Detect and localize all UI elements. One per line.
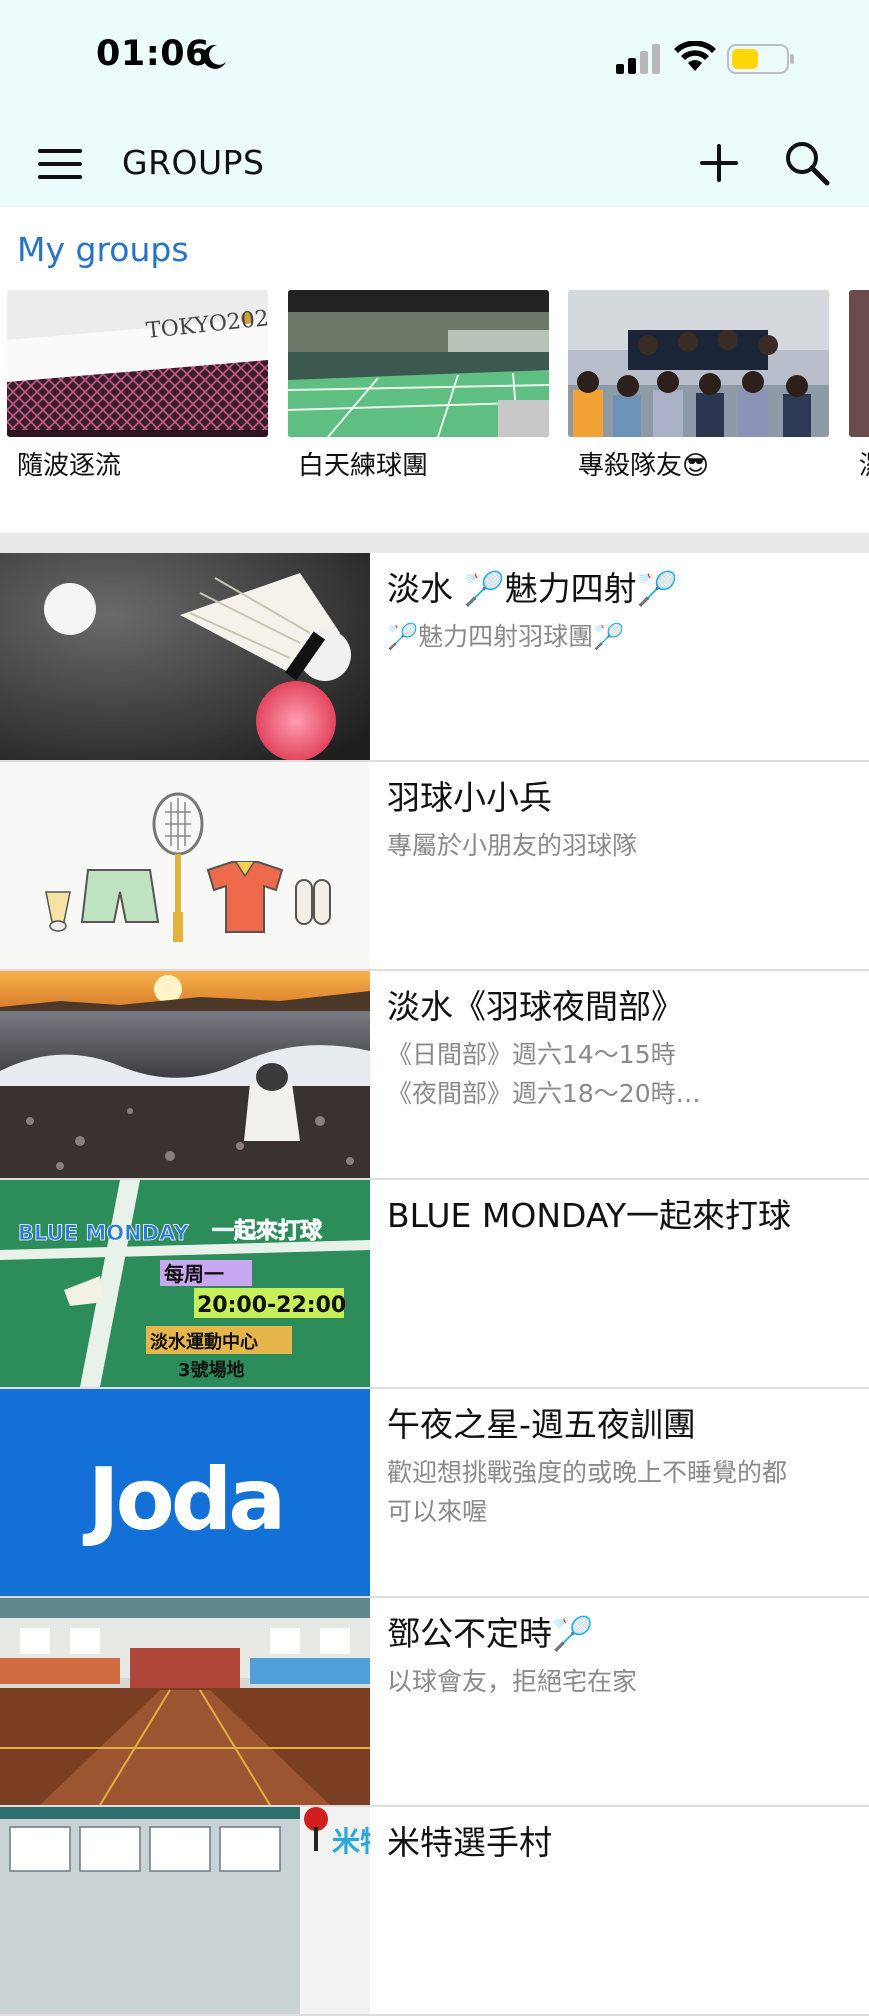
my-group-card[interactable]: 專殺隊友😎: [568, 290, 829, 483]
group-thumbnail: [0, 971, 370, 1178]
poster-line2: 20:00-22:00: [197, 1293, 346, 1318]
my-group-card[interactable]: 濕: [849, 290, 869, 483]
my-groups-carousel[interactable]: TOKYO2020 隨波逐流 白天練球團 專殺隊友😎: [0, 290, 869, 500]
section-divider: [0, 533, 869, 553]
blue-monday-poster-image: BLUE MONDAY 一起來打球 每周一 20:00-22:00 淡水運動中心…: [0, 1180, 370, 1387]
badminton-court-image: [288, 290, 549, 437]
group-name: 午夜之星-週五夜訓團: [387, 1405, 696, 1444]
group-name: 淡水《羽球夜間部》: [387, 987, 684, 1026]
group-thumbnail: [0, 762, 370, 969]
group-row[interactable]: Joda 午夜之星-週五夜訓團 歡迎想挑戰強度的或晚上不睡覺的都 可以來喔: [0, 1389, 869, 1598]
my-group-card[interactable]: 白天練球團: [288, 290, 549, 483]
shuttlecock-image: [0, 553, 370, 760]
team-photo-image: [568, 290, 829, 437]
group-thumbnail: 米特: [0, 1807, 370, 2014]
my-group-label: 專殺隊友😎: [578, 451, 710, 481]
group-thumbnail: TOKYO2020: [7, 290, 268, 437]
group-row[interactable]: 鄧公不定時🏸 以球會友，拒絕宅在家: [0, 1598, 869, 1807]
poster-banner2: 一起來打球: [212, 1218, 323, 1244]
my-group-label: 濕: [849, 449, 869, 483]
group-row[interactable]: 羽球小小兵 專屬於小朋友的羽球隊: [0, 762, 869, 971]
search-icon[interactable]: [784, 140, 830, 186]
add-icon[interactable]: [698, 142, 740, 184]
group-row[interactable]: 淡水 🏸魅力四射🏸 🏸魅力四射羽球團🏸: [0, 553, 869, 762]
joda-logo-image: Joda: [0, 1389, 370, 1596]
group-name: 羽球小小兵: [387, 778, 552, 817]
my-group-card[interactable]: TOKYO2020 隨波逐流: [7, 290, 268, 483]
poster-line4: 3號場地: [178, 1359, 245, 1381]
my-group-label: 隨波逐流: [17, 451, 122, 481]
group-name: 米特選手村: [387, 1823, 552, 1862]
wifi-icon: [674, 41, 716, 71]
group-thumbnail: [288, 290, 549, 437]
group-thumbnail: [0, 553, 370, 760]
status-time: 01:06: [96, 34, 210, 74]
badminton-net-image: TOKYO2020: [7, 290, 268, 437]
top-bar: 01:06 GROUPS: [0, 0, 869, 207]
page-title: GROUPS: [122, 143, 265, 182]
gym-hall-image: 米特: [0, 1807, 370, 2014]
my-groups-heading: My groups: [17, 230, 189, 269]
group-name: BLUE MONDAY一起來打球: [387, 1196, 792, 1235]
battery-icon: [727, 44, 794, 74]
group-description: 歡迎想挑戰強度的或晚上不睡覺的都 可以來喔: [387, 1458, 788, 1526]
group-description: 《日間部》週六14～15時 《夜間部》週六18～20時…: [387, 1040, 701, 1108]
badminton-gear-illustration: [0, 762, 370, 969]
beach-sunset-image: [0, 971, 370, 1178]
group-description: 🏸魅力四射羽球團🏸: [387, 622, 625, 651]
moon-icon: [203, 44, 226, 69]
group-name: 鄧公不定時🏸: [387, 1614, 594, 1653]
group-name: 淡水 🏸魅力四射🏸: [387, 569, 678, 608]
group-thumbnail: [0, 1598, 370, 1805]
group-thumbnail: Joda: [0, 1389, 370, 1596]
group-description: 專屬於小朋友的羽球隊: [387, 831, 638, 860]
gymnasium-image: [0, 1598, 370, 1805]
menu-icon[interactable]: [38, 148, 84, 180]
sign-text: 米特: [332, 1825, 370, 1858]
joda-logo: Joda: [83, 1450, 283, 1550]
poster-line1: 每周一: [164, 1262, 224, 1286]
group-thumbnail: BLUE MONDAY 一起來打球 每周一 20:00-22:00 淡水運動中心…: [0, 1180, 370, 1387]
poster-line3: 淡水運動中心: [150, 1331, 258, 1353]
cellular-signal-icon: [616, 44, 660, 74]
group-thumbnail: [849, 290, 869, 437]
my-group-label: 白天練球團: [298, 451, 429, 481]
poster-banner: BLUE MONDAY: [18, 1221, 189, 1245]
group-list: 淡水 🏸魅力四射🏸 🏸魅力四射羽球團🏸 羽球小小兵 專屬於小朋友的羽球隊 淡水《…: [0, 553, 869, 2016]
group-row[interactable]: 米特 米特選手村: [0, 1807, 869, 2016]
group-row[interactable]: BLUE MONDAY 一起來打球 每周一 20:00-22:00 淡水運動中心…: [0, 1180, 869, 1389]
group-description: 以球會友，拒絕宅在家: [387, 1667, 638, 1696]
group-thumbnail: [568, 290, 829, 437]
group-row[interactable]: 淡水《羽球夜間部》 《日間部》週六14～15時 《夜間部》週六18～20時…: [0, 971, 869, 1180]
